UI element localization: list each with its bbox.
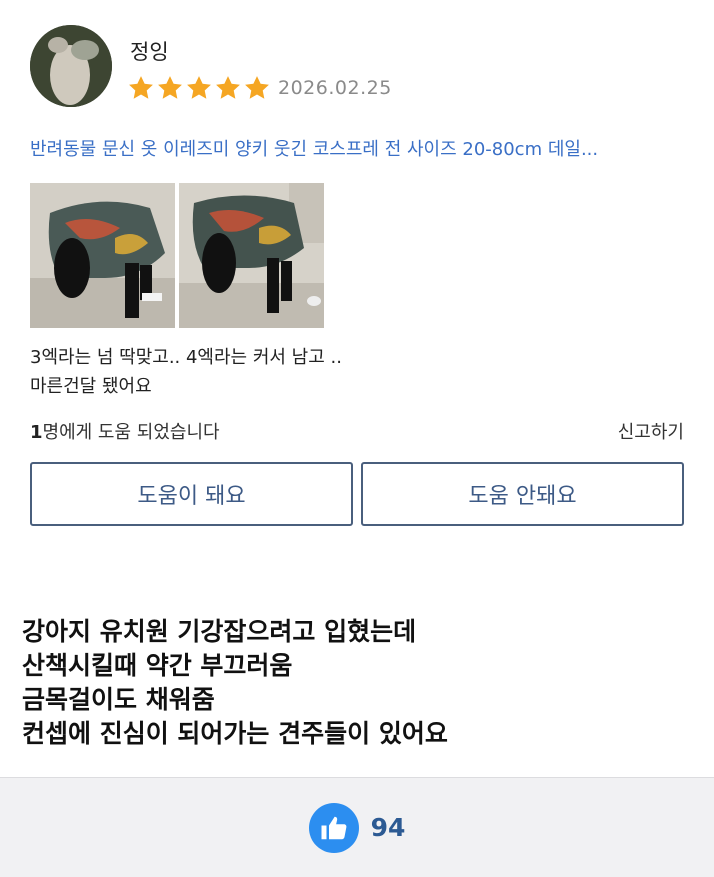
review-text-line: 마른건달 됐어요 <box>30 376 152 397</box>
review-text: 3엑라는 넘 딱맞고.. 4엑라는 커서 남고 .. 마른건달 됐어요 <box>30 343 342 401</box>
like-button[interactable] <box>308 802 359 853</box>
review-text-line: 3엑라는 넘 딱맞고.. 4엑라는 커서 남고 .. <box>30 347 342 368</box>
reviewer-name: 정잉 <box>130 40 169 64</box>
star-rating <box>127 74 271 102</box>
star-icon <box>214 74 242 102</box>
like-count: 94 <box>370 813 406 842</box>
caption-line: 강아지 유치원 기강잡으려고 입혔는데 <box>22 617 417 646</box>
helpful-no-button[interactable]: 도움 안돼요 <box>361 462 684 526</box>
helpful-count-label: 명에게 도움 되었습니다 <box>42 422 220 443</box>
star-icon <box>127 74 155 102</box>
reaction-bar: 94 <box>0 777 714 877</box>
report-link[interactable]: 신고하기 <box>618 418 684 444</box>
review-photos <box>30 183 324 328</box>
star-icon <box>156 74 184 102</box>
avatar[interactable] <box>30 25 112 107</box>
review-photo[interactable] <box>30 183 175 328</box>
post-caption: 강아지 유치원 기강잡으려고 입혔는데 산책시킬때 약간 부끄러움 금목걸이도 … <box>22 615 448 751</box>
product-title-link[interactable]: 반려동물 문신 옷 이레즈미 양키 웃긴 코스프레 전 사이즈 20-80cm … <box>30 135 690 161</box>
review-card: 정잉 2026.02.25 반려동물 문신 옷 이레즈미 양키 웃긴 코스프레 … <box>0 0 714 560</box>
star-icon <box>243 74 271 102</box>
helpful-count: 1명에게 도움 되었습니다 <box>30 418 220 444</box>
caption-line: 산책시킬때 약간 부끄러움 <box>22 651 293 680</box>
star-icon <box>185 74 213 102</box>
helpful-count-number: 1 <box>30 422 43 443</box>
helpful-yes-button[interactable]: 도움이 돼요 <box>30 462 353 526</box>
caption-line: 컨셉에 진심이 되어가는 견주들이 있어요 <box>22 719 448 748</box>
review-photo[interactable] <box>179 183 324 328</box>
thumbs-up-icon <box>319 813 349 843</box>
review-date: 2026.02.25 <box>278 77 392 99</box>
caption-line: 금목걸이도 채워줌 <box>22 685 215 714</box>
